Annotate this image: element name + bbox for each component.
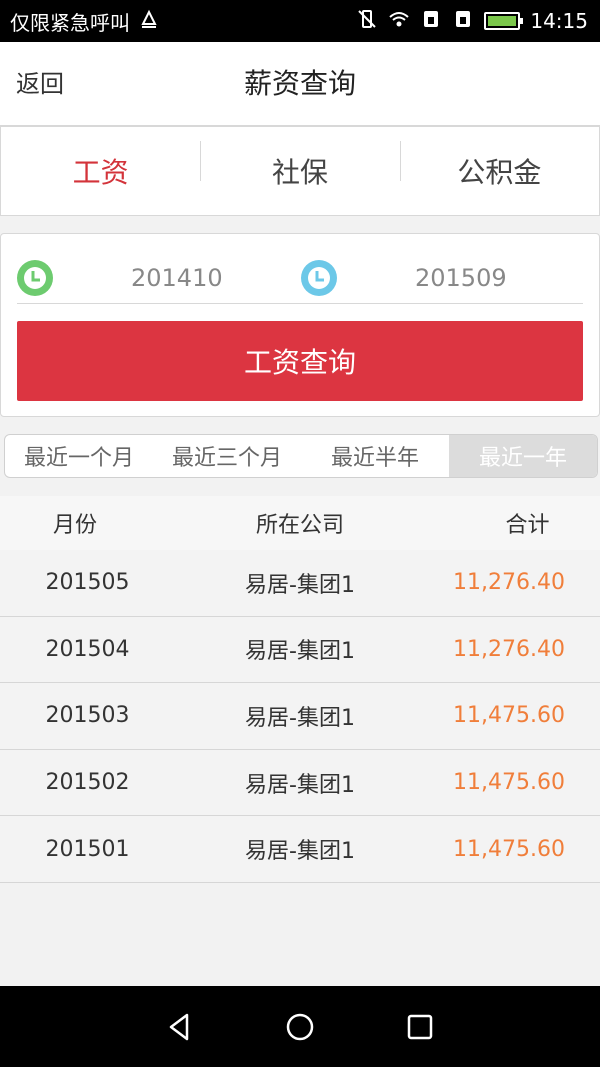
vibrate-icon [356,8,378,35]
cell-month: 201502 [45,770,130,796]
end-date-field[interactable]: 201509 [415,258,507,298]
range-last-month[interactable]: 最近一个月 [5,435,153,477]
cell-company: 易居-集团1 [245,772,355,798]
back-button[interactable]: 返回 [16,42,64,126]
table-row[interactable]: 201501 易居-集团1 11,475.60 [0,816,600,883]
tab-bar: 工资 社保 公积金 [0,126,600,216]
table-row[interactable]: 201502 易居-集团1 11,475.60 [0,749,600,817]
start-clock-icon[interactable] [17,260,53,296]
cell-month: 201501 [45,836,130,862]
system-nav-bar [0,986,600,1067]
sim-icon [138,8,160,35]
salary-query-button[interactable]: 工资查询 [17,321,583,401]
tab-social-insurance[interactable]: 社保 [200,141,399,191]
status-left: 仅限紧急呼叫 [10,7,160,36]
sim1-icon [420,8,442,35]
cell-month: 201505 [45,570,130,596]
range-last-year[interactable]: 最近一年 [449,435,597,477]
cell-total: 11,475.60 [453,770,565,796]
wifi-icon [388,8,410,35]
start-date-field[interactable]: 201410 [131,258,223,298]
range-selector: 最近一个月 最近三个月 最近半年 最近一年 [4,434,598,478]
date-range-row: 201410 201509 [17,244,583,304]
sim2-icon [452,8,474,35]
recents-nav-icon[interactable] [400,1007,440,1047]
app-header: 薪资查询 返回 [0,42,600,126]
cell-company: 易居-集团1 [245,572,355,598]
status-bar: 仅限紧急呼叫 14:15 [0,0,600,42]
cell-month: 201503 [45,703,130,729]
table-header: 月份 所在公司 合计 [0,496,600,550]
range-last-three-months[interactable]: 最近三个月 [153,435,301,477]
range-last-half-year[interactable]: 最近半年 [301,435,449,477]
home-nav-icon[interactable] [280,1007,320,1047]
back-nav-icon[interactable] [160,1007,200,1047]
page-title: 薪资查询 [243,67,356,100]
status-right: 14:15 [356,8,588,35]
table-row[interactable]: 201504 易居-集团1 11,276.40 [0,616,600,684]
cell-total: 11,475.60 [453,836,565,862]
cell-total: 11,276.40 [453,636,565,662]
cell-month: 201504 [45,636,130,662]
cell-company: 易居-集团1 [245,839,355,865]
table-row[interactable]: 201503 易居-集团1 11,475.60 [0,683,600,750]
cell-company: 易居-集团1 [245,705,355,731]
query-panel: 201410 201509 工资查询 [0,233,600,417]
cell-total: 11,475.60 [453,703,565,729]
battery-icon [484,12,524,30]
tab-housing-fund[interactable]: 公积金 [399,141,599,191]
tab-salary[interactable]: 工资 [1,151,200,191]
header-company: 所在公司 [255,513,344,538]
end-clock-icon[interactable] [301,260,337,296]
table-body: 201505 易居-集团1 11,276.40 201504 易居-集团1 11… [0,550,600,883]
cell-total: 11,276.40 [453,570,565,596]
header-month: 月份 [52,513,97,538]
carrier-text: 仅限紧急呼叫 [10,10,130,35]
cell-company: 易居-集团1 [245,639,355,665]
table-row[interactable]: 201505 易居-集团1 11,276.40 [0,550,600,617]
header-total: 合计 [505,513,550,538]
status-time: 14:15 [530,9,588,33]
